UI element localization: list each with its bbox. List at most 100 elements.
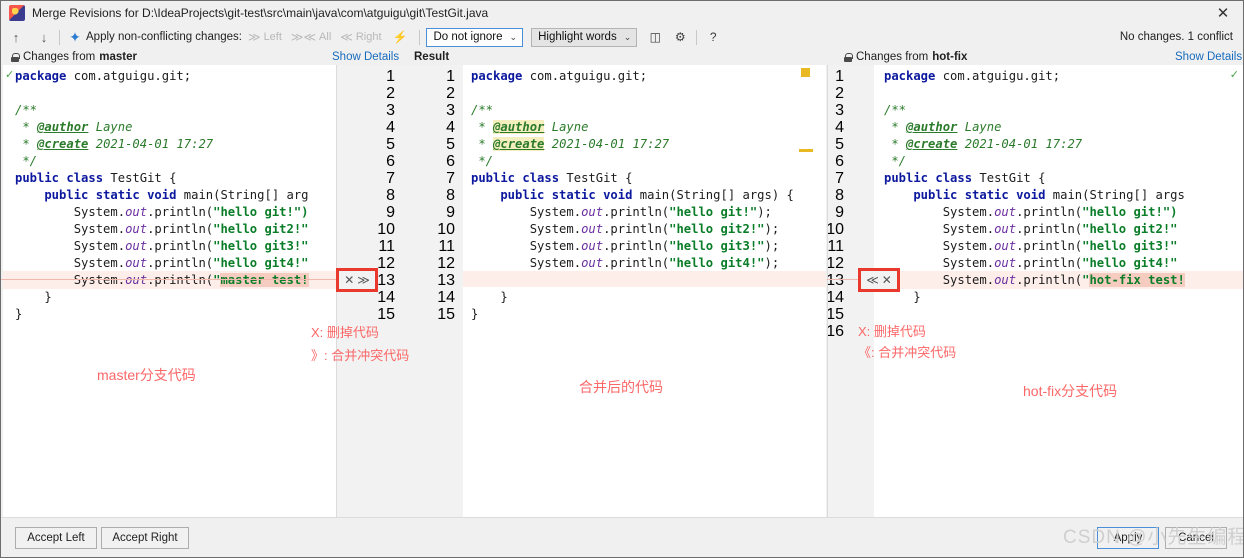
right-line-number-3: 3: [835, 102, 844, 119]
code-token: TestGit {: [979, 171, 1046, 185]
help-icon[interactable]: ?: [703, 27, 723, 47]
result-code-line-9: System.out.println("hello git!");: [471, 204, 772, 221]
result-code-line-10: System.out.println("hello git2!");: [471, 221, 780, 238]
left-conflict-actions[interactable]: ✕ ≫: [336, 268, 378, 292]
code-token: out: [125, 273, 148, 287]
annotation-center-delete: X: 删掉代码: [311, 325, 379, 340]
show-details-left-link[interactable]: Show Details: [332, 49, 399, 65]
gear-icon[interactable]: ⚙: [670, 27, 690, 47]
apply-button[interactable]: Apply: [1097, 527, 1159, 549]
left-code-line-15: }: [15, 306, 22, 323]
code-token: package: [884, 69, 943, 83]
code-token: System.: [471, 205, 582, 219]
apply-all-nonconflicting-icon[interactable]: ✦: [66, 27, 84, 47]
apply-right-button[interactable]: ≪ Right: [340, 30, 381, 44]
left-editor-pane[interactable]: ✓ package com.atguigu.git; /** * @author …: [3, 65, 337, 519]
apply-left-button[interactable]: ≫ Left: [248, 30, 282, 44]
accept-left-icon[interactable]: ≫: [357, 273, 370, 287]
code-token: package: [15, 69, 74, 83]
cancel-button[interactable]: Cancel: [1165, 527, 1227, 549]
code-token: System.: [884, 239, 995, 253]
result-line-number-left-9: 9: [386, 204, 395, 221]
ignore-policy-value: Do not ignore: [433, 31, 503, 43]
left-code-line-11: System.out.println("hello git3!": [15, 238, 309, 255]
right-line-number-9: 9: [835, 204, 844, 221]
accept-right-icon[interactable]: ≪: [866, 273, 879, 287]
magic-glyph: ✦: [69, 28, 81, 45]
code-token: System.: [471, 222, 582, 236]
highlight-policy-select[interactable]: Highlight words ⌄: [531, 27, 638, 47]
apply-right-label: Right: [355, 31, 382, 43]
lock-icon: [11, 52, 20, 62]
annotation-right-delete: X: 删掉代码: [858, 324, 926, 339]
result-line-number-left-12: 12: [377, 255, 395, 272]
toolbar-separator-1: [59, 29, 60, 45]
apply-all-icon: ≫≪: [290, 30, 317, 44]
annotation-center-merge: 》: 合并冲突代码: [311, 348, 410, 363]
magic-resolve-icon[interactable]: ⚡: [391, 27, 410, 47]
reject-right-icon[interactable]: ✕: [882, 273, 892, 287]
code-token: package: [471, 69, 530, 83]
code-token: out: [125, 205, 148, 219]
lock-icon-2: [844, 52, 853, 62]
accept-right-button[interactable]: Accept Right: [101, 527, 189, 549]
result-code-line-15: }: [471, 306, 478, 323]
code-token: .println(: [147, 239, 214, 253]
result-code-line-12: System.out.println("hello git4!");: [471, 255, 780, 272]
code-token: public static void: [884, 188, 1053, 202]
right-pane-header: Changes from hot-fix: [844, 49, 967, 65]
code-token: Layne: [544, 120, 589, 134]
left-code-area[interactable]: package com.atguigu.git; /** * @author La…: [15, 65, 336, 519]
close-icon[interactable]: ✕: [1201, 1, 1243, 25]
left-code-line-1: package com.atguigu.git;: [15, 68, 191, 85]
result-editor-pane[interactable]: 1 2 3 4 5 6 7 8 9 10 11 12 13 14 15 1 2 3 4 5 6 7 8 9 10 11 12 13 1…: [338, 65, 826, 519]
right-pane-header-prefix: Changes from: [856, 51, 929, 63]
code-token: out: [581, 239, 604, 253]
code-token: com.atguigu.git;: [73, 69, 192, 83]
code-token: "hello git3!": [1082, 239, 1178, 253]
code-token: out: [994, 239, 1017, 253]
code-token: .println(: [147, 205, 214, 219]
code-token: "hello git3!": [669, 239, 765, 253]
result-line-number-right-9: 9: [446, 204, 455, 221]
code-token: .println(: [603, 205, 670, 219]
previous-difference-button[interactable]: ↑: [7, 27, 25, 47]
result-code-line-1: package com.atguigu.git;: [471, 68, 647, 85]
conflict-status: No changes. 1 conflict: [1119, 31, 1233, 43]
result-line-number-right-10: 10: [437, 221, 455, 238]
left-pane-header-prefix: Changes from: [23, 51, 96, 63]
left-pane-ok-icon: ✓: [5, 69, 15, 81]
accept-left-button[interactable]: Accept Left: [15, 527, 97, 549]
toolbar-separator-3: [696, 29, 698, 45]
result-code-line-7: public class TestGit {: [471, 170, 632, 187]
code-token: System.: [884, 256, 995, 270]
left-code-line-4: * @author Layne: [15, 119, 132, 136]
left-code-line-12: System.out.println("hello git4!": [15, 255, 309, 272]
show-details-right-link[interactable]: Show Details: [1175, 49, 1242, 65]
right-code-area[interactable]: package com.atguigu.git; /** * @author La…: [884, 65, 1243, 519]
code-token: */: [15, 154, 38, 168]
right-code-line-11: System.out.println("hello git3!": [884, 238, 1178, 255]
right-line-number-4: 4: [835, 119, 844, 136]
marker-change-block: [801, 68, 810, 77]
code-token: out: [125, 256, 148, 270]
result-code-area[interactable]: package com.atguigu.git; /** * @author La…: [471, 65, 826, 519]
code-token: .println(: [1016, 239, 1083, 253]
code-token: out: [125, 239, 148, 253]
code-token: out: [125, 222, 148, 236]
code-token: */: [471, 154, 494, 168]
reject-left-icon[interactable]: ✕: [344, 273, 354, 287]
code-token: System.: [884, 205, 995, 219]
apply-all-button[interactable]: ≫≪ All: [291, 30, 331, 44]
result-line-number-left-10: 10: [377, 221, 395, 238]
right-editor-pane[interactable]: 1 2 3 4 5 6 7 8 9 10 11 12 13 14 15 16 package com.atgu…: [827, 65, 1243, 519]
right-conflict-actions[interactable]: ≪ ✕: [858, 268, 900, 292]
annotation-left-branch: master分支代码: [97, 367, 196, 383]
code-token: /**: [884, 103, 907, 117]
result-line-number-right-13: 13: [437, 272, 455, 289]
code-token: @create: [906, 137, 958, 151]
conflict-connector-left: [1, 279, 338, 280]
ignore-policy-select[interactable]: Do not ignore ⌄: [426, 27, 524, 47]
collapse-unchanged-icon[interactable]: ◫: [645, 27, 665, 47]
next-difference-button[interactable]: ↓: [35, 27, 53, 47]
